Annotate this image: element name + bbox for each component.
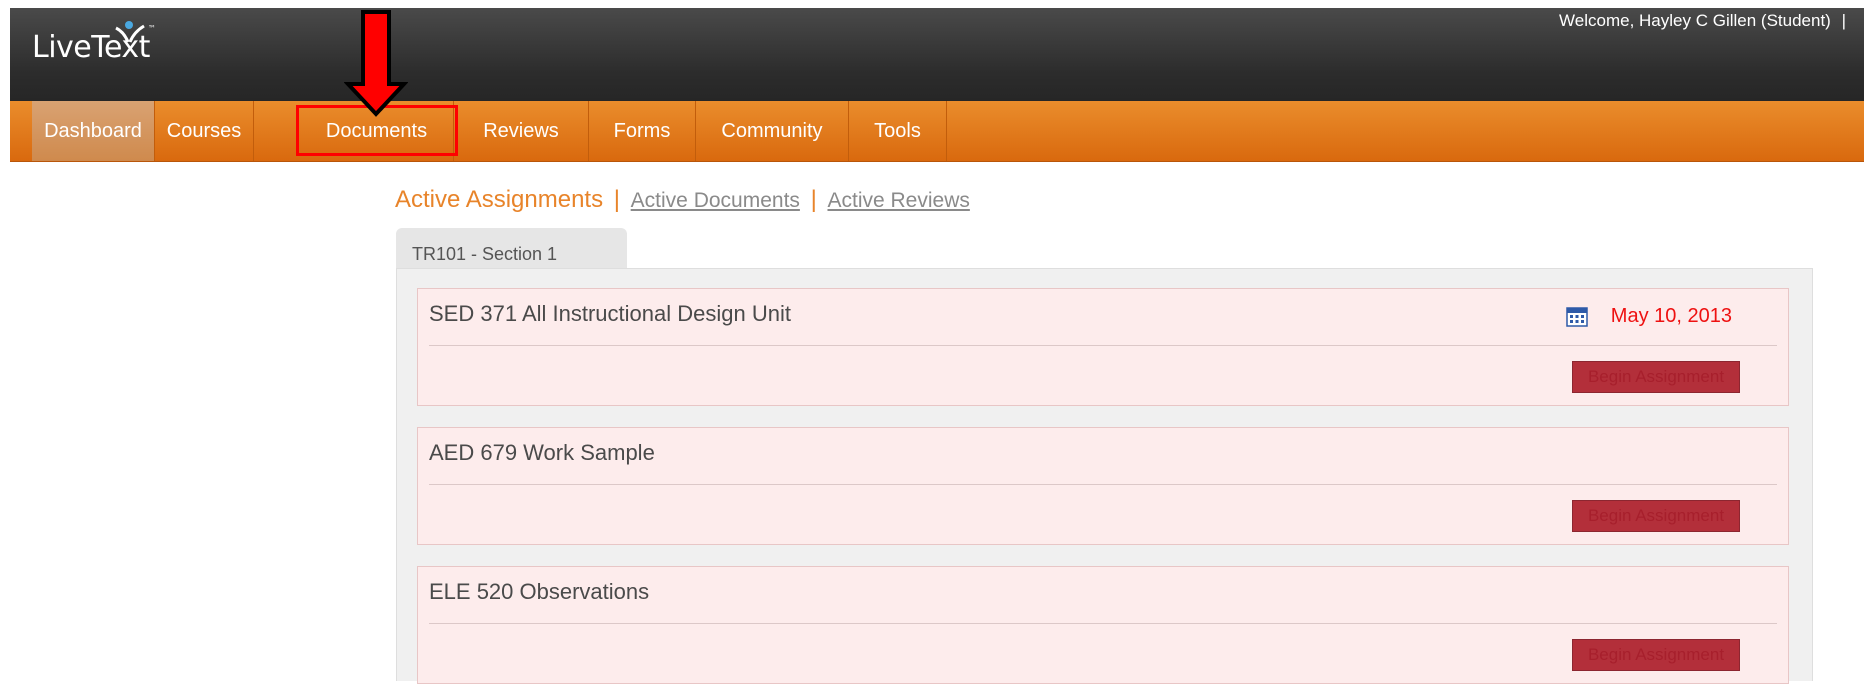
subnav-active-reviews-link[interactable]: Active Reviews [827, 189, 969, 212]
logo-mark-icon [115, 21, 145, 43]
assignment-card: SED 371 All Instructional Design Unit Ma… [417, 288, 1789, 406]
assignments-panel: SED 371 All Instructional Design Unit Ma… [396, 268, 1813, 684]
down-arrow-icon [344, 10, 408, 117]
livetext-logo[interactable]: LiveText ™ [32, 21, 156, 65]
assignment-title: SED 371 All Instructional Design Unit [429, 301, 791, 326]
subnav-separator: | [810, 186, 817, 213]
tab-course-section[interactable]: TR101 - Section 1 [396, 228, 627, 273]
trademark-symbol: ™ [148, 24, 156, 33]
assignment-card: AED 679 Work Sample Begin Assignment [417, 427, 1789, 545]
nav-item-dashboard[interactable]: Dashboard [32, 101, 155, 161]
main-nav: Dashboard Courses Documents Reviews Form… [10, 101, 1864, 162]
subnav-active-documents-link[interactable]: Active Documents [631, 189, 800, 212]
due-date: May 10, 2013 [1610, 305, 1732, 327]
nav-item-tools[interactable]: Tools [849, 101, 947, 161]
assignment-card: ELE 520 Observations Begin Assignment [417, 566, 1789, 684]
nav-item-forms[interactable]: Forms [589, 101, 696, 161]
begin-assignment-button[interactable]: Begin Assignment [1572, 639, 1740, 671]
divider [429, 345, 1777, 346]
subnav-active-assignments: Active Assignments [395, 186, 604, 213]
header-bar: LiveText ™ Welcome, Hayley C Gillen (Stu… [10, 8, 1864, 101]
nav-item-community[interactable]: Community [696, 101, 849, 161]
welcome-message: Welcome, Hayley C Gillen (Student) | [1559, 11, 1846, 30]
subnav-separator: | [613, 186, 620, 213]
nav-item-courses[interactable]: Courses [155, 101, 254, 161]
nav-item-reviews[interactable]: Reviews [454, 101, 589, 161]
divider [429, 484, 1777, 485]
begin-assignment-button[interactable]: Begin Assignment [1572, 500, 1740, 532]
begin-assignment-button[interactable]: Begin Assignment [1572, 361, 1740, 393]
assignment-title: ELE 520 Observations [429, 579, 650, 604]
calendar-icon [1566, 307, 1588, 327]
assignment-subnav: Active Assignments | Active Documents | … [395, 186, 970, 214]
assignment-title: AED 679 Work Sample [429, 440, 655, 465]
divider [429, 623, 1777, 624]
